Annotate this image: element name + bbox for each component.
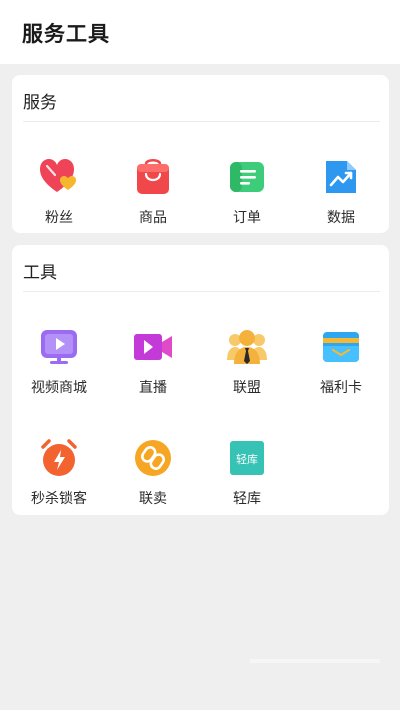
service-item-products[interactable]: 商品 — [106, 156, 200, 236]
tool-item-video-mall[interactable]: 视频商城 — [12, 326, 106, 406]
tool-item-alliance[interactable]: 联盟 — [200, 326, 294, 406]
shopping-bag-icon — [132, 156, 174, 198]
tool-label-live: 直播 — [139, 380, 167, 396]
tool-label-link-sell: 联卖 — [139, 491, 167, 507]
tool-item-live[interactable]: 直播 — [106, 326, 200, 406]
service-label-products: 商品 — [139, 210, 167, 226]
service-item-data[interactable]: 数据 — [294, 156, 388, 236]
heart-fans-icon — [38, 156, 80, 198]
service-item-fans[interactable]: 粉丝 — [12, 156, 106, 236]
services-divider — [23, 121, 380, 122]
flash-sale-alarm-icon — [38, 437, 80, 479]
tool-label-flash-sale: 秒杀锁客 — [31, 491, 87, 507]
welfare-card-icon — [320, 326, 362, 368]
tools-divider — [23, 291, 380, 292]
alliance-people-icon — [226, 326, 268, 368]
order-note-icon — [226, 156, 268, 198]
tool-label-welfare-card: 福利卡 — [320, 380, 362, 396]
tool-item-light-store[interactable]: 轻库 轻库 — [200, 437, 294, 517]
tool-item-link-sell[interactable]: 联卖 — [106, 437, 200, 517]
light-store-icon-text: 轻库 — [236, 452, 258, 466]
tool-label-light-store: 轻库 — [233, 491, 261, 507]
top-header: 服务工具 — [0, 0, 400, 64]
service-label-data: 数据 — [327, 210, 355, 226]
tool-item-welfare-card[interactable]: 福利卡 — [294, 326, 388, 406]
service-label-fans: 粉丝 — [45, 210, 73, 226]
services-card: 服务 粉丝 商品 订单 数据 — [12, 75, 389, 233]
tools-card: 工具 视频商城 直播 联盟 福利卡 秒杀锁客 联卖 轻库 轻库 — [12, 245, 389, 515]
tool-label-alliance: 联盟 — [233, 380, 261, 396]
bottom-strip — [250, 659, 380, 663]
page-title: 服务工具 — [22, 22, 110, 46]
light-store-icon: 轻库 — [226, 437, 268, 479]
tool-label-video-mall: 视频商城 — [31, 380, 87, 396]
video-tv-icon — [38, 326, 80, 368]
link-sell-icon — [132, 437, 174, 479]
service-item-orders[interactable]: 订单 — [200, 156, 294, 236]
service-label-orders: 订单 — [233, 210, 261, 226]
data-chart-icon — [320, 156, 362, 198]
tool-item-flash-sale[interactable]: 秒杀锁客 — [12, 437, 106, 517]
services-section-title: 服务 — [23, 93, 57, 113]
live-camera-icon — [132, 326, 174, 368]
tools-section-title: 工具 — [23, 263, 57, 283]
